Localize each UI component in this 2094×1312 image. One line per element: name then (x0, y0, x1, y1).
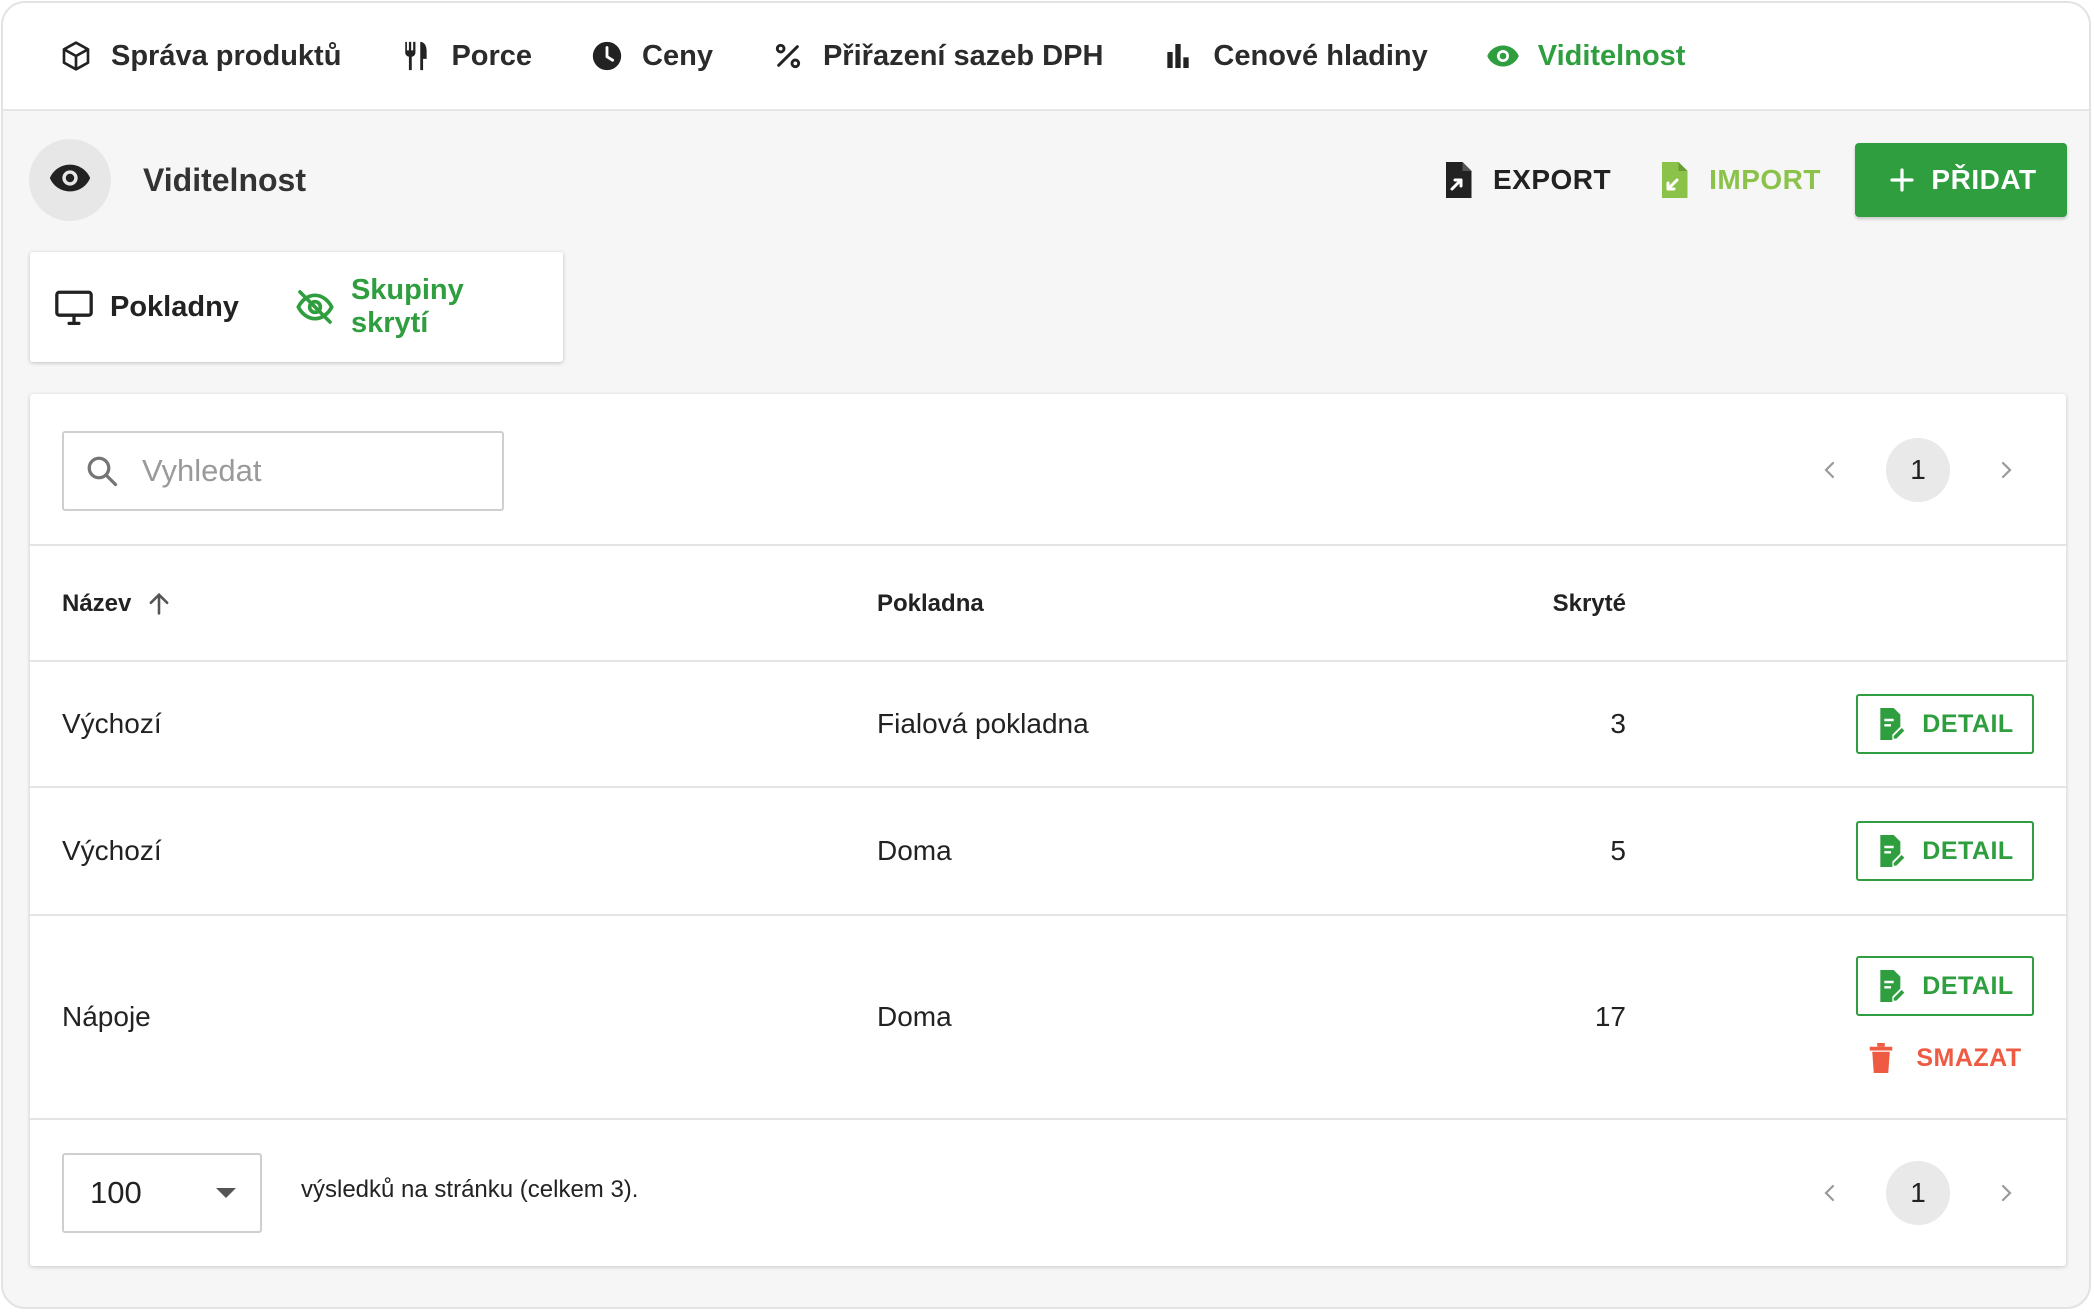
eye-icon (47, 155, 93, 206)
search-icon (82, 451, 122, 491)
nav-item-label: Viditelnost (1537, 39, 1686, 72)
pagination-bottom: 1 (1810, 1161, 2026, 1225)
subtabs: Pokladny Skupiny skrytí (30, 252, 563, 362)
export-button[interactable]: EXPORT (1441, 162, 1612, 198)
delete-button[interactable]: SMAZAT (1856, 1038, 2034, 1078)
column-header-pos[interactable]: Pokladna (877, 546, 984, 662)
pagination-top: 1 (1810, 438, 2026, 502)
cell-name: Nápoje (62, 1001, 151, 1032)
cell-name: Výchozí (62, 835, 162, 866)
page-avatar (29, 139, 111, 221)
chevron-right-icon[interactable] (1986, 1173, 2026, 1213)
file-import-icon (1657, 162, 1691, 198)
cell-name: Výchozí (62, 708, 162, 739)
file-edit-icon (1876, 970, 1908, 1002)
add-button[interactable]: PŘIDAT (1855, 143, 2067, 217)
per-page-select[interactable]: 100 (62, 1153, 262, 1233)
table-footer: 100 výsledků na stránku (celkem 3). 1 (30, 1120, 2066, 1266)
file-edit-icon (1876, 835, 1908, 867)
cell-hidden-count: 17 (1594, 1001, 1626, 1032)
box-icon (57, 37, 95, 75)
row-actions: DETAIL SMAZAT (1856, 916, 2034, 1118)
chevron-right-icon[interactable] (1986, 450, 2026, 490)
detail-label: DETAIL (1922, 836, 2014, 865)
row-actions: DETAIL (1856, 788, 2034, 914)
caret-down-icon (216, 1188, 236, 1198)
arrow-up-icon (145, 589, 175, 619)
nav-item-visibility[interactable]: Viditelnost (1484, 37, 1686, 75)
detail-button[interactable]: DETAIL (1856, 694, 2034, 754)
page-header: Viditelnost EXPORT IMPORT PŘIDAT (29, 139, 2067, 221)
column-label: Název (62, 590, 132, 617)
search-box (62, 431, 504, 511)
import-label: IMPORT (1709, 164, 1821, 195)
cell-pos: Doma (877, 1001, 952, 1032)
nav-item-price-levels[interactable]: Cenové hladiny (1159, 37, 1428, 75)
table-row: Výchozí Doma 5 DETAIL (30, 788, 2066, 916)
nav-item-label: Cenové hladiny (1213, 39, 1428, 72)
table-toolbar: 1 (30, 394, 2066, 546)
column-header-name[interactable]: Název (62, 546, 175, 662)
delete-label: SMAZAT (1916, 1043, 2022, 1072)
chevron-left-icon[interactable] (1810, 450, 1850, 490)
trash-icon (1868, 1043, 1898, 1073)
cell-pos: Doma (877, 835, 952, 866)
per-page-value: 100 (90, 1175, 142, 1210)
bar-chart-icon (1159, 37, 1197, 75)
page-title: Viditelnost (143, 161, 306, 198)
tab-label: Skupiny skrytí (350, 274, 464, 339)
detail-label: DETAIL (1922, 709, 2014, 738)
eye-off-icon (295, 287, 335, 327)
nav-item-label: Ceny (642, 39, 713, 72)
tab-hiding-groups[interactable]: Skupiny skrytí (295, 274, 507, 340)
clock-icon (588, 37, 626, 75)
nav-item-label: Správa produktů (111, 39, 342, 72)
import-button[interactable]: IMPORT (1657, 162, 1821, 198)
detail-button[interactable]: DETAIL (1856, 821, 2034, 881)
app-window: Správa produktů Porce Ceny Přiřazení saz… (1, 1, 2091, 1309)
page-number[interactable]: 1 (1886, 1161, 1950, 1225)
results-summary: výsledků na stránku (celkem 3). (301, 1176, 639, 1203)
detail-label: DETAIL (1922, 971, 2014, 1000)
content-card: 1 Název Pokladna Skryté Výchozí Fialová … (30, 394, 2066, 1266)
top-navigation: Správa produktů Porce Ceny Přiřazení saz… (3, 3, 2089, 111)
nav-item-vat-assignment[interactable]: Přiřazení sazeb DPH (769, 37, 1103, 75)
nav-item-label: Porce (451, 39, 533, 72)
row-actions: DETAIL (1856, 662, 2034, 786)
nav-item-portions[interactable]: Porce (397, 37, 532, 75)
add-label: PŘIDAT (1931, 164, 2037, 195)
fork-knife-icon (397, 37, 435, 75)
nav-item-label: Přiřazení sazeb DPH (822, 39, 1104, 72)
file-edit-icon (1876, 708, 1908, 740)
plus-icon (1885, 163, 1919, 197)
percent-icon (769, 37, 807, 75)
tab-pos-terminals[interactable]: Pokladny (54, 287, 239, 327)
tab-label: Pokladny (110, 290, 239, 323)
table-row: Nápoje Doma 17 DETAIL SMAZAT (30, 916, 2066, 1120)
table-header: Název Pokladna Skryté (30, 546, 2066, 662)
cell-hidden-count: 3 (1610, 708, 1626, 739)
eye-icon (1484, 37, 1522, 75)
detail-button[interactable]: DETAIL (1856, 956, 2034, 1016)
nav-item-product-management[interactable]: Správa produktů (57, 37, 341, 75)
file-export-icon (1441, 162, 1475, 198)
page-number[interactable]: 1 (1886, 438, 1950, 502)
search-input[interactable] (142, 453, 482, 489)
cell-pos: Fialová pokladna (877, 708, 1089, 739)
monitor-icon (54, 287, 94, 327)
table-row: Výchozí Fialová pokladna 3 DETAIL (30, 662, 2066, 788)
nav-item-prices[interactable]: Ceny (588, 37, 713, 75)
header-actions: EXPORT IMPORT PŘIDAT (1441, 143, 2067, 217)
column-header-hidden[interactable]: Skryté (1553, 546, 1626, 662)
export-label: EXPORT (1492, 164, 1612, 195)
chevron-left-icon[interactable] (1810, 1173, 1850, 1213)
cell-hidden-count: 5 (1610, 835, 1626, 866)
